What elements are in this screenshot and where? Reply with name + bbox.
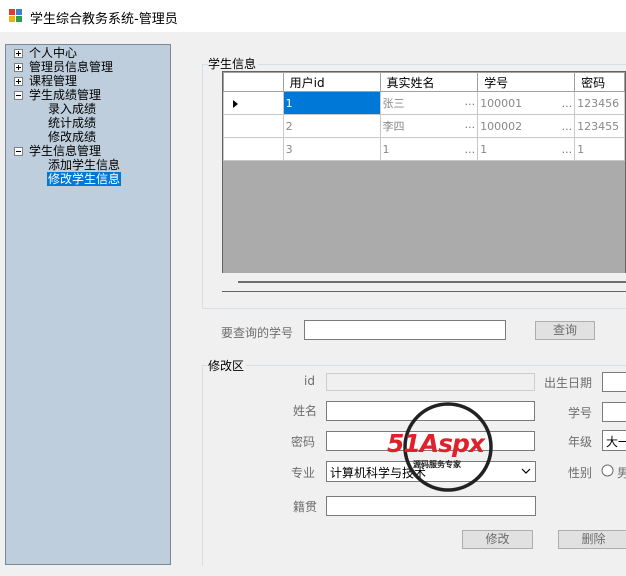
grid-cell[interactable]: 1... xyxy=(379,137,479,161)
cell-text: 李四 xyxy=(382,120,405,133)
grid-cell[interactable]: 1... xyxy=(477,137,576,161)
tree-node-label: 课程管理 xyxy=(29,74,78,88)
ellipsis-text: ... xyxy=(561,119,573,133)
tree-node-add-student[interactable]: 添加学生信息 xyxy=(48,158,120,172)
delete-button[interactable]: 删除 xyxy=(558,530,626,549)
search-stuno-input[interactable] xyxy=(304,320,506,340)
tree-node-label: 录入成绩 xyxy=(48,102,97,116)
collapse-icon[interactable] xyxy=(14,147,23,156)
tree-node-label: 修改学生信息 xyxy=(48,172,121,186)
row-header[interactable] xyxy=(223,114,284,138)
ellipsis-text: ... xyxy=(561,96,573,110)
tree-node-label: 添加学生信息 xyxy=(48,158,121,172)
expand-icon[interactable] xyxy=(14,63,23,72)
id-label: id xyxy=(304,374,315,388)
student-info-group-title: 学生信息 xyxy=(208,55,259,72)
ellipsis-text: ... xyxy=(464,142,476,156)
column-header[interactable]: 学号 xyxy=(477,72,576,92)
grid-cell[interactable]: 张三... xyxy=(379,91,479,115)
expand-icon[interactable] xyxy=(14,77,23,86)
tree-node-score-edit[interactable]: 修改成绩 xyxy=(48,130,96,144)
id-field xyxy=(326,373,535,391)
grid-cell[interactable]: 123455 xyxy=(574,114,625,138)
group-border xyxy=(202,365,203,566)
ellipsis-text: ... xyxy=(464,118,476,131)
tree-node-edit-student[interactable]: 修改学生信息 xyxy=(47,172,122,186)
grade-value: 大一 xyxy=(606,435,626,449)
cell-text: 100001 xyxy=(480,96,523,110)
cell-text: 1 xyxy=(480,142,488,156)
hometown-field[interactable] xyxy=(326,496,536,516)
grid-corner xyxy=(223,72,284,92)
collapse-icon[interactable] xyxy=(14,91,23,100)
grid-cell[interactable]: 3 xyxy=(282,137,381,161)
major-label: 专业 xyxy=(291,466,316,480)
grid-cell[interactable]: 100002... xyxy=(477,114,576,138)
stuno-field[interactable] xyxy=(602,402,626,422)
current-row-arrow-icon xyxy=(233,99,238,108)
row-header[interactable] xyxy=(223,137,284,161)
cell-text: 1 xyxy=(382,142,390,156)
tree-node-label: 管理员信息管理 xyxy=(29,60,114,74)
group-border xyxy=(202,308,626,309)
grade-label: 年级 xyxy=(568,435,593,449)
gender-radio[interactable] xyxy=(601,464,614,477)
group-border xyxy=(202,64,626,65)
birth-field[interactable] xyxy=(602,372,626,392)
modify-button[interactable]: 修改 xyxy=(462,530,533,549)
cell-text: 100002 xyxy=(480,119,523,133)
grid-cell[interactable]: 2 xyxy=(282,114,381,138)
column-header[interactable]: 密码 xyxy=(574,72,625,92)
stuno-label: 学号 xyxy=(568,406,593,420)
grid-horizontal-scrollbar[interactable] xyxy=(222,273,626,291)
name-label: 姓名 xyxy=(293,404,318,418)
nav-tree[interactable]: 个人中心 管理员信息管理 课程管理 学生成绩管理 录入成绩 统计成绩 修改成绩 … xyxy=(5,44,171,565)
birth-label: 出生日期 xyxy=(544,376,593,390)
grid-cell[interactable]: 100001... xyxy=(477,91,576,115)
table-row[interactable]: 1 张三... 100001... 123456 xyxy=(223,91,625,115)
tree-node-label: 统计成绩 xyxy=(48,116,97,130)
group-border xyxy=(202,64,203,308)
grid-cell[interactable]: 1 xyxy=(574,137,625,161)
window-title: 学生综合教务系统-管理员 xyxy=(30,12,178,27)
grid-cell[interactable]: 李四... xyxy=(379,114,479,138)
column-header[interactable]: 真实姓名 xyxy=(379,72,479,92)
chevron-down-icon xyxy=(521,468,531,474)
tree-node-score-enter[interactable]: 录入成绩 xyxy=(48,102,96,116)
watermark-brand: 51Aspx xyxy=(387,429,485,458)
watermark: 51Aspx 源码服务专家 xyxy=(385,400,515,495)
tree-node-score-stats[interactable]: 统计成绩 xyxy=(48,116,96,130)
tree-node-label: 个人中心 xyxy=(29,46,78,60)
ellipsis-text: ... xyxy=(464,95,476,108)
watermark-sub: 源码服务专家 xyxy=(413,460,461,469)
tree-node-label: 修改成绩 xyxy=(48,130,97,144)
grade-select[interactable]: 大一 xyxy=(602,430,626,451)
search-button[interactable]: 查询 xyxy=(535,321,595,340)
group-border xyxy=(202,365,626,366)
column-header[interactable]: 用户id xyxy=(282,72,381,92)
expand-icon[interactable] xyxy=(14,49,23,58)
hometown-label: 籍贯 xyxy=(293,500,318,514)
password-label: 密码 xyxy=(291,435,316,449)
table-row[interactable]: 2 李四... 100002... 123455 xyxy=(223,114,625,138)
gender-label: 性别 xyxy=(568,466,593,480)
grid-cell[interactable]: 123456 xyxy=(574,91,625,115)
grid-cell[interactable]: 1 xyxy=(282,91,381,115)
tree-node-label: 学生成绩管理 xyxy=(29,88,102,102)
scrollbar-thumb[interactable] xyxy=(238,281,626,283)
edit-group-title: 修改区 xyxy=(208,357,247,374)
ellipsis-text: ... xyxy=(561,142,573,156)
tree-node-label: 学生信息管理 xyxy=(29,144,102,158)
row-header[interactable] xyxy=(223,91,284,115)
cell-text: 张三 xyxy=(382,97,405,110)
student-grid[interactable]: 用户id 真实姓名 学号 密码 1 张三... 100001... 123456… xyxy=(222,71,626,292)
table-row[interactable]: 3 1... 1... 1 xyxy=(223,137,625,161)
app-icon xyxy=(9,9,22,22)
search-stuno-label: 要查询的学号 xyxy=(221,326,294,340)
gender-option-label: 男 xyxy=(617,466,626,480)
